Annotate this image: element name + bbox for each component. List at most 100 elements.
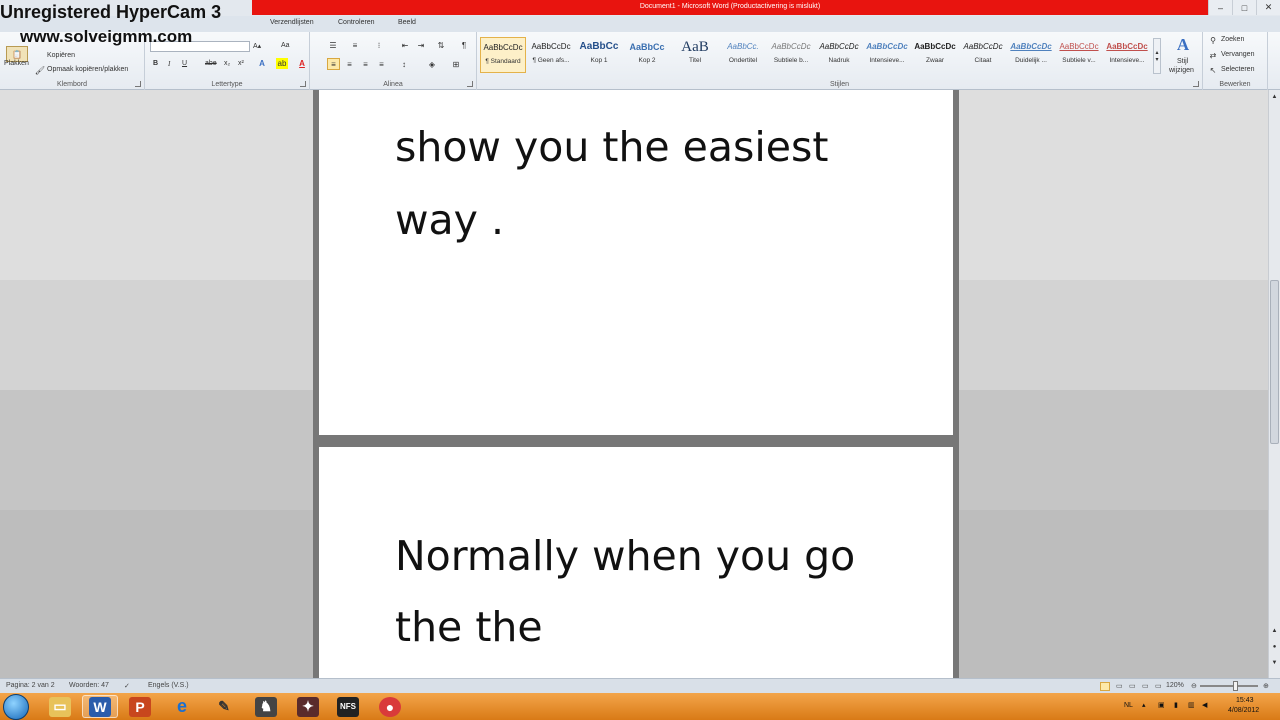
line-spacing-icon[interactable]: ↕ (396, 58, 412, 70)
pilcrow-icon[interactable]: ¶ (458, 40, 470, 50)
style-nadruk[interactable]: AaBbCcDc Nadruk (816, 37, 862, 73)
change-styles-label-2[interactable]: wijzigen (1169, 67, 1194, 74)
game-app-icon[interactable]: ♞ (248, 695, 284, 718)
format-painter-button[interactable]: Opmaak kopiëren/plakken (47, 66, 128, 73)
justify-icon[interactable]: ≡ (375, 58, 388, 70)
tray-app-icon[interactable]: ▣ (1158, 701, 1165, 709)
network-icon[interactable]: ▥ (1188, 701, 1195, 709)
zoom-level[interactable]: 120% (1166, 682, 1184, 689)
browse-object-icon[interactable]: ● (1269, 642, 1280, 653)
underline-button[interactable]: U (182, 60, 187, 67)
tray-arrow-icon[interactable]: ▴ (1142, 701, 1146, 709)
style-intensieve-verwijzing[interactable]: AaBbCcDc Intensieve... (1104, 37, 1150, 73)
style-standaard[interactable]: AaBbCcDc ¶ Standaard (480, 37, 526, 73)
style-subtiele-verwijzing[interactable]: AaBbCcDc Subtiele v... (1056, 37, 1102, 73)
styles-launcher-icon[interactable] (1193, 81, 1199, 87)
draft-view-icon[interactable]: ▭ (1155, 682, 1162, 690)
zoom-slider-thumb[interactable] (1233, 681, 1238, 691)
style-kop1[interactable]: AaBbCc Kop 1 (576, 37, 622, 73)
explorer-icon[interactable]: ▭ (42, 695, 78, 718)
text-effects-icon[interactable]: A (256, 58, 268, 69)
align-right-icon[interactable]: ≡ (359, 58, 372, 70)
shading-icon[interactable]: ◈ (424, 58, 440, 70)
select-icon[interactable]: ↖ (1208, 65, 1218, 75)
pen-app-icon[interactable]: ✎ (206, 695, 242, 718)
style-titel[interactable]: AaB Titel (672, 37, 718, 73)
paragraph-launcher-icon[interactable] (467, 81, 473, 87)
full-screen-view-icon[interactable]: ▭ (1116, 682, 1123, 690)
scrollbar-thumb[interactable] (1270, 280, 1279, 444)
page-count[interactable]: Pagina: 2 van 2 (6, 682, 55, 689)
bullets-icon[interactable]: ☰ (326, 40, 340, 50)
replace-icon[interactable]: ⇄ (1208, 50, 1218, 60)
style-zwaar[interactable]: AaBbCcDc Zwaar (912, 37, 958, 73)
minimize-icon[interactable]: – (1208, 0, 1232, 15)
style-intensieve-nadruk[interactable]: AaBbCcDc Intensieve... (864, 37, 910, 73)
replace-button[interactable]: Vervangen (1221, 51, 1254, 58)
volume-icon[interactable]: ◀ (1202, 701, 1207, 709)
grow-font-button[interactable]: A▴ (253, 42, 261, 50)
maximize-icon[interactable]: □ (1232, 0, 1256, 15)
language-indicator[interactable]: Engels (V.S.) (148, 682, 189, 689)
internet-explorer-icon[interactable]: e (164, 695, 200, 718)
style-subtiele-benadrukking[interactable]: AaBbCcDc Subtiele b... (768, 37, 814, 73)
scroll-up-icon[interactable]: ▲ (1269, 92, 1280, 103)
font-launcher-icon[interactable] (300, 81, 306, 87)
zoom-in-icon[interactable]: ⊕ (1263, 682, 1269, 690)
change-styles-label-1[interactable]: Stijl (1177, 58, 1188, 65)
paste-button[interactable]: Plakken (4, 60, 29, 67)
change-styles-icon[interactable]: A (1172, 35, 1194, 55)
highlight-icon[interactable]: ab (276, 58, 288, 69)
subscript-button[interactable]: x₂ (224, 60, 230, 67)
style-kop2[interactable]: AaBbCc Kop 2 (624, 37, 670, 73)
zoom-slider-track[interactable] (1200, 685, 1258, 687)
nfs-app-icon[interactable]: NFS (330, 695, 366, 718)
zoom-out-icon[interactable]: ⊖ (1191, 682, 1197, 690)
style-citaat[interactable]: AaBbCcDc Citaat (960, 37, 1006, 73)
vertical-scrollbar[interactable]: ▲ ▲ ● ▼ (1268, 90, 1280, 678)
word-count[interactable]: Woorden: 47 (69, 682, 109, 689)
select-button[interactable]: Selecteren (1221, 66, 1254, 73)
superscript-button[interactable]: x² (238, 60, 244, 67)
recorder-app-icon[interactable]: ● (372, 695, 408, 718)
binoculars-icon[interactable]: ⚲ (1208, 35, 1218, 45)
clock-time[interactable]: 15:43 (1236, 697, 1254, 704)
style-ondertitel[interactable]: AaBbCc. Ondertitel (720, 37, 766, 73)
find-button[interactable]: Zoeken (1221, 36, 1244, 43)
format-painter-icon[interactable]: 🖌 (35, 66, 45, 75)
decrease-indent-icon[interactable]: ⇤ (398, 40, 412, 50)
copy-button[interactable]: Kopiëren (47, 52, 75, 59)
page-1[interactable]: show you the easiest way . (319, 90, 953, 435)
font-color-icon[interactable]: A (296, 58, 308, 69)
scroll-up-icon[interactable]: ▲ (1269, 626, 1280, 637)
proofing-icon[interactable]: ✓ (124, 682, 130, 690)
numbering-icon[interactable]: ≡ (348, 40, 362, 50)
bold-button[interactable]: B (153, 60, 158, 67)
document-area[interactable]: show you the easiest way . Normally when… (0, 90, 1268, 678)
align-left-icon[interactable]: ≡ (327, 58, 340, 70)
sort-icon[interactable]: ⇅ (434, 40, 448, 50)
tab-controleren[interactable]: Controleren (338, 19, 375, 26)
tab-verzendlijsten[interactable]: Verzendlijsten (270, 19, 314, 26)
start-button-icon[interactable] (3, 694, 29, 720)
italic-button[interactable]: I (168, 60, 170, 68)
print-layout-view-icon[interactable] (1100, 682, 1110, 691)
web-layout-view-icon[interactable]: ▭ (1129, 682, 1136, 690)
strikethrough-button[interactable]: abe (205, 60, 217, 67)
battery-icon[interactable]: ▮ (1174, 701, 1178, 709)
styles-gallery-scroll[interactable]: ▴ ▾ (1153, 38, 1161, 74)
page-2[interactable]: Normally when you go the the (319, 447, 953, 678)
increase-indent-icon[interactable]: ⇥ (414, 40, 428, 50)
clock-date[interactable]: 4/08/2012 (1228, 707, 1259, 714)
borders-icon[interactable]: ⊞ (448, 58, 464, 70)
word-icon[interactable]: W (82, 695, 118, 718)
change-case-button[interactable]: Aa (281, 42, 290, 49)
scroll-down-icon[interactable]: ▼ (1269, 658, 1280, 669)
style-duidelijk-citaat[interactable]: AaBbCcDc Duidelijk ... (1008, 37, 1054, 73)
tab-beeld[interactable]: Beeld (398, 19, 416, 26)
input-language[interactable]: NL (1124, 702, 1133, 709)
align-center-icon[interactable]: ≡ (343, 58, 356, 70)
style-geen-afstand[interactable]: AaBbCcDc ¶ Geen afs... (528, 37, 574, 73)
media-app-icon[interactable]: ✦ (290, 695, 326, 718)
powerpoint-icon[interactable]: P (122, 695, 158, 718)
